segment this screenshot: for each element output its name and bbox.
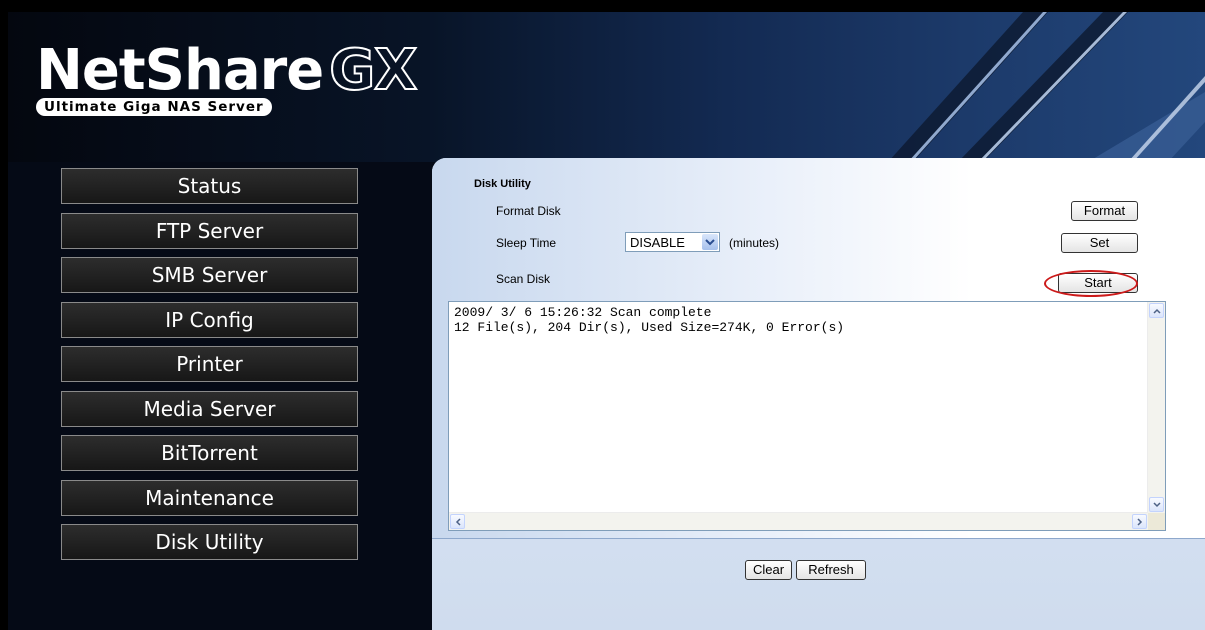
scroll-right-icon[interactable] bbox=[1132, 514, 1147, 529]
scroll-down-icon[interactable] bbox=[1149, 497, 1164, 512]
log-line: 12 File(s), 204 Dir(s), Used Size=274K, … bbox=[454, 320, 845, 335]
nav-item-printer[interactable]: Printer bbox=[61, 346, 358, 382]
nav-item-ftp-server[interactable]: FTP Server bbox=[61, 212, 358, 249]
scroll-up-icon[interactable] bbox=[1149, 303, 1164, 318]
nav-item-disk-utility[interactable]: Disk Utility bbox=[61, 524, 358, 560]
horizontal-scrollbar[interactable] bbox=[449, 512, 1148, 530]
scan-disk-label: Scan Disk bbox=[496, 272, 551, 286]
logo-tagline: Ultimate Giga NAS Server bbox=[36, 98, 272, 116]
sleep-time-value: DISABLE bbox=[630, 235, 685, 250]
panel-divider bbox=[432, 538, 1205, 539]
scan-log-text: 2009/ 3/ 6 15:26:32 Scan complete 12 File… bbox=[454, 305, 1145, 510]
scan-log-textarea[interactable]: 2009/ 3/ 6 15:26:32 Scan complete 12 File… bbox=[448, 301, 1166, 531]
chevron-down-icon[interactable] bbox=[702, 234, 718, 250]
app-frame: NetShare GX Ultimate Giga NAS Server Stat… bbox=[8, 12, 1205, 630]
start-button[interactable]: Start bbox=[1058, 273, 1138, 293]
sidebar-nav: Status FTP Server SMB Server IP Config P… bbox=[61, 168, 358, 569]
nav-item-smb-server[interactable]: SMB Server bbox=[61, 257, 358, 293]
vertical-scrollbar[interactable] bbox=[1147, 302, 1165, 513]
set-button[interactable]: Set bbox=[1061, 233, 1138, 253]
nav-item-media-server[interactable]: Media Server bbox=[61, 390, 358, 427]
scrollbar-corner bbox=[1148, 513, 1165, 530]
format-button[interactable]: Format bbox=[1071, 201, 1138, 221]
sleep-time-unit: (minutes) bbox=[729, 236, 780, 250]
nav-item-maintenance[interactable]: Maintenance bbox=[61, 479, 358, 516]
refresh-button[interactable]: Refresh bbox=[796, 560, 866, 580]
header-banner: NetShare GX Ultimate Giga NAS Server bbox=[8, 12, 1205, 162]
disk-utility-panel: Disk Utility Format Disk Format Sleep Ti… bbox=[432, 158, 1205, 630]
netshare-logo: NetShare GX Ultimate Giga NAS Server bbox=[36, 37, 418, 122]
log-line: 2009/ 3/ 6 15:26:32 Scan complete bbox=[454, 305, 712, 320]
scroll-left-icon[interactable] bbox=[450, 514, 465, 529]
nav-item-bittorrent[interactable]: BitTorrent bbox=[61, 435, 358, 471]
clear-button[interactable]: Clear bbox=[745, 560, 792, 580]
sleep-time-label: Sleep Time bbox=[496, 236, 557, 250]
section-title: Disk Utility bbox=[474, 178, 531, 190]
sleep-time-select[interactable]: DISABLE bbox=[625, 232, 720, 252]
nav-item-ip-config[interactable]: IP Config bbox=[61, 301, 358, 338]
logo-title: NetShare GX bbox=[36, 37, 418, 104]
nav-item-status[interactable]: Status bbox=[61, 168, 358, 204]
format-disk-label: Format Disk bbox=[496, 204, 561, 218]
